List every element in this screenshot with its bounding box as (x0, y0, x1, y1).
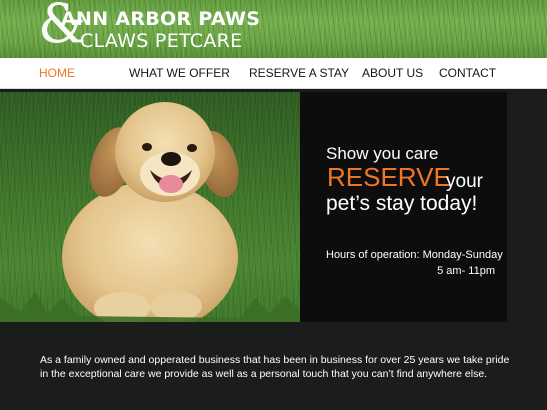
logo-line-2: CLAWS PETCARE (80, 30, 243, 52)
hours-time: 5 am- 11pm (437, 265, 495, 277)
brand-logo[interactable]: & ANN ARBOR PAWS CLAWS PETCARE (38, 0, 278, 56)
header-banner: & ANN ARBOR PAWS CLAWS PETCARE (0, 0, 547, 58)
side-strip (507, 92, 547, 322)
nav-contact[interactable]: CONTACT (439, 66, 496, 80)
hours-label: Hours of operation: Monday-Sunday (326, 249, 503, 261)
main-nav: HOME WHAT WE OFFER RESERVE A STAY ABOUT … (0, 58, 547, 89)
nav-what-we-offer[interactable]: WHAT WE OFFER (129, 66, 230, 80)
promo-subline: pet’s stay today! (326, 192, 478, 215)
logo-line-1: ANN ARBOR PAWS (61, 8, 261, 30)
hero-image-puppy (0, 92, 300, 322)
nav-reserve-a-stay[interactable]: RESERVE A STAY (249, 66, 349, 80)
nav-about-us[interactable]: ABOUT US (362, 66, 423, 80)
promo-headline: Show you care (326, 144, 439, 163)
promo-your: your (446, 171, 483, 192)
promo-reserve-link[interactable]: RESERVE (327, 162, 451, 193)
nav-home[interactable]: HOME (39, 66, 75, 80)
puppy-illustration (0, 102, 300, 322)
reserve-promo-panel: Show you care RESERVE your pet’s stay to… (300, 92, 507, 322)
about-paragraph: As a family owned and opperated business… (40, 353, 510, 380)
